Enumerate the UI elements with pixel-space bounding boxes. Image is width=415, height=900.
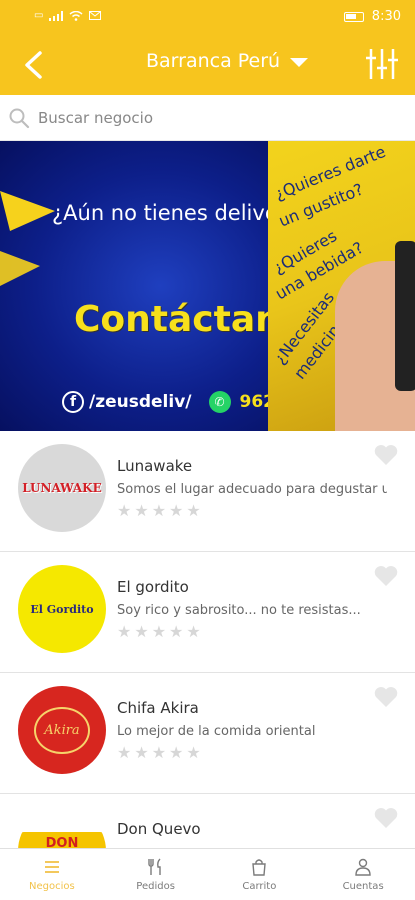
business-description: Somos el lugar adecuado para degustar un	[117, 482, 387, 497]
nav-carrito[interactable]: Carrito	[208, 849, 312, 900]
promo-banner[interactable]: ¿Aún no tienes deliver Contáctanos f /ze…	[0, 141, 415, 431]
whatsapp-icon: ✆	[208, 391, 231, 413]
star-icon: ★	[169, 622, 184, 641]
business-item-lunawake[interactable]: LUNAWAKE Lunawake Somos el lugar adecuad…	[0, 431, 415, 552]
logo-text: LUNAWAKE	[22, 481, 102, 495]
star-icon: ★	[151, 743, 167, 762]
user-icon	[355, 858, 371, 876]
search-icon	[9, 108, 30, 128]
star-icon: ★	[117, 622, 132, 641]
business-logo: Akira	[18, 686, 106, 774]
business-logo: LUNAWAKE	[18, 444, 106, 532]
star-icon: ★	[117, 743, 132, 762]
business-name: Chifa Akira	[117, 699, 199, 717]
battery-icon	[343, 11, 364, 22]
search-input[interactable]	[38, 108, 378, 127]
star-icon: ★	[151, 622, 167, 641]
clock: 8:30	[371, 9, 401, 24]
heart-icon[interactable]	[373, 806, 399, 830]
star-icon: ★	[169, 743, 184, 762]
phone-number: 96277	[239, 392, 269, 412]
logo-text: Akira	[34, 706, 90, 754]
mail-icon	[89, 11, 102, 20]
business-name: El gordito	[117, 578, 189, 596]
heart-icon[interactable]	[373, 685, 399, 709]
location-label: Barranca Perú	[146, 50, 281, 72]
phone-image	[395, 241, 415, 391]
star-icon: ★	[117, 501, 132, 520]
rating-stars: ★ ★ ★ ★ ★	[117, 503, 201, 519]
location-selector[interactable]: Barranca Perú	[146, 50, 309, 72]
social-handle: /zeusdeliv/	[89, 392, 192, 412]
status-bar: ▭ 8:30	[0, 0, 415, 34]
nav-negocios[interactable]: Negocios	[0, 849, 104, 900]
bottom-navigation: Negocios Pedidos Carrito Cuentas	[0, 848, 415, 900]
nav-pedidos[interactable]: Pedidos	[104, 849, 208, 900]
logo-text: El Gordito	[30, 602, 94, 616]
star-icon: ★	[186, 622, 201, 641]
search-bar	[0, 95, 415, 141]
star-icon: ★	[186, 501, 201, 520]
facebook-icon: f	[62, 391, 84, 413]
banner-cta: Contáctanos	[74, 299, 268, 340]
star-icon: ★	[134, 743, 149, 762]
heart-icon[interactable]	[373, 443, 399, 467]
business-list: LUNAWAKE Lunawake Somos el lugar adecuad…	[0, 431, 415, 900]
star-icon: ★	[134, 622, 149, 641]
app-header: Barranca Perú	[0, 34, 415, 95]
business-logo: El Gordito	[18, 565, 106, 653]
star-icon: ★	[186, 743, 201, 762]
back-arrow-icon[interactable]	[18, 48, 52, 82]
banner-question: ¿Aún no tienes deliver	[52, 201, 268, 225]
heart-icon[interactable]	[373, 564, 399, 588]
star-icon: ★	[134, 501, 149, 520]
business-description: Soy rico y sabrosito... no te resistas..…	[117, 603, 361, 618]
nav-label: Pedidos	[136, 881, 175, 892]
star-icon: ★	[151, 501, 167, 520]
business-item-el-gordito[interactable]: El Gordito El gordito Soy rico y sabrosi…	[0, 552, 415, 673]
list-icon	[44, 861, 59, 873]
lightning-logo-icon	[0, 191, 55, 286]
signal-icon	[49, 10, 64, 21]
business-name: Don Quevo	[117, 820, 201, 838]
utensils-icon	[147, 858, 161, 875]
banner-right-panel: ¿Quieres darte un gustito? ¿Quieres una …	[268, 141, 415, 431]
status-left-icons: ▭	[34, 10, 102, 21]
bag-icon	[252, 859, 267, 876]
chevron-down-icon	[290, 58, 309, 67]
star-icon: ★	[169, 501, 184, 520]
nav-cuentas[interactable]: Cuentas	[311, 849, 415, 900]
rating-stars: ★ ★ ★ ★ ★	[117, 624, 201, 640]
business-name: Lunawake	[117, 457, 193, 475]
nav-label: Cuentas	[342, 881, 384, 892]
status-right: 8:30	[343, 9, 401, 24]
rating-stars: ★ ★ ★ ★ ★	[117, 745, 201, 761]
wifi-icon	[69, 10, 83, 21]
business-item-chifa-akira[interactable]: Akira Chifa Akira Lo mejor de la comida …	[0, 673, 415, 794]
banner-social: f /zeusdeliv/ ✆ 96277	[62, 391, 268, 413]
filter-sliders-icon[interactable]	[365, 46, 399, 82]
nav-label: Negocios	[29, 881, 75, 892]
banner-left-panel: ¿Aún no tienes deliver Contáctanos f /ze…	[0, 141, 268, 431]
sim-icon: ▭	[34, 10, 44, 21]
nav-label: Carrito	[242, 881, 277, 892]
business-description: Lo mejor de la comida oriental	[117, 724, 316, 739]
